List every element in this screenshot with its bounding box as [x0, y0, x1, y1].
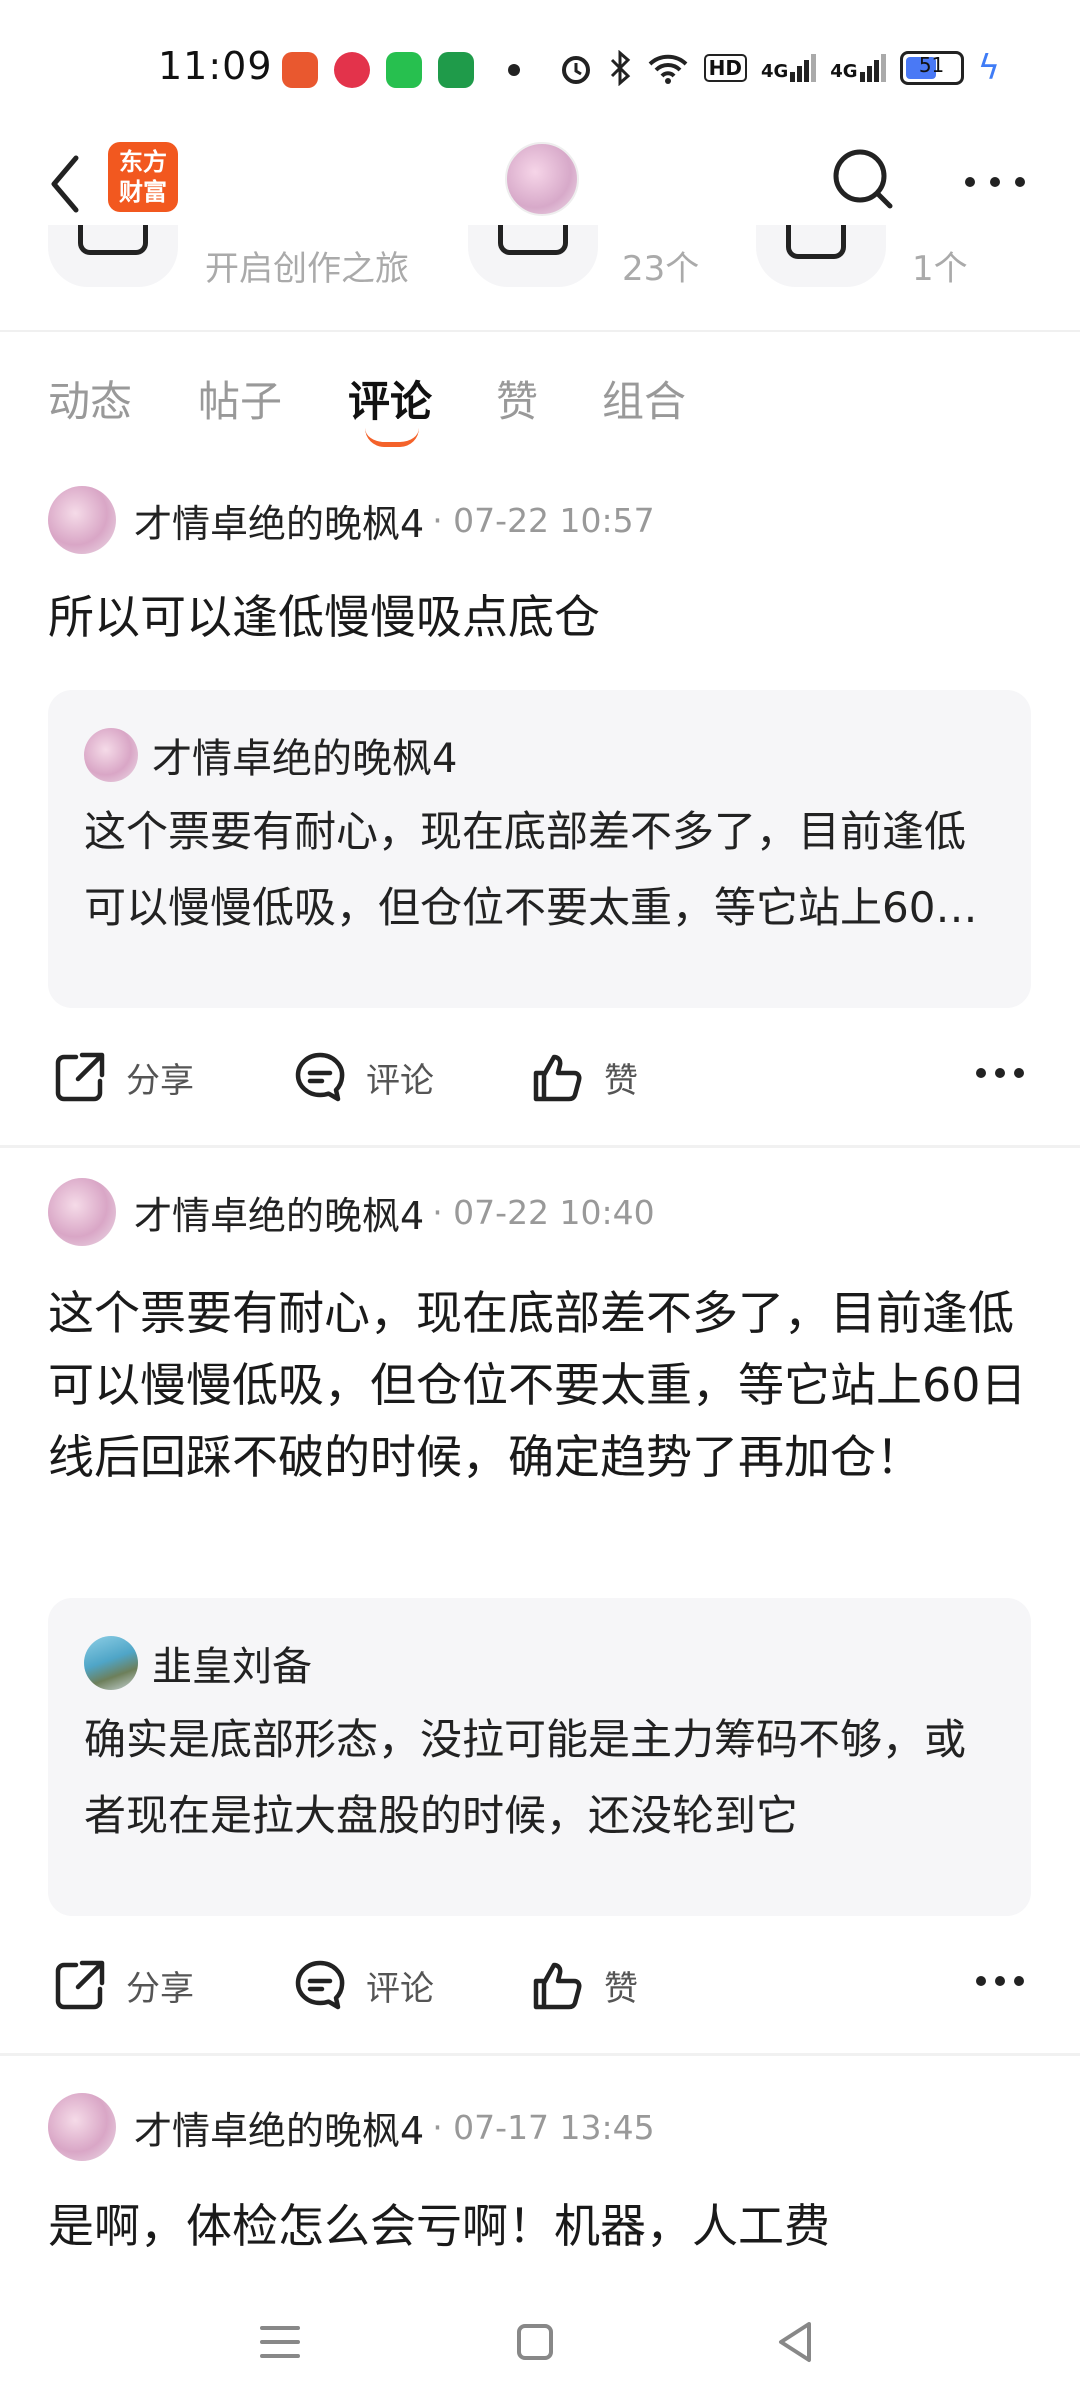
author-avatar[interactable]: [48, 2093, 116, 2161]
quoted-comment[interactable]: 才情卓绝的晚枫4 这个票要有耐心，现在底部差不多了，目前逢低可以慢慢低吸，但仓位…: [48, 690, 1031, 1008]
menu-icon[interactable]: [250, 2312, 310, 2372]
iqiyi-notification-icon: [386, 52, 422, 88]
quoted-author-name: 韭皇刘备: [152, 1644, 312, 1690]
signal-icon-2: 4G: [830, 54, 886, 82]
comment-actions: 分享 评论 赞: [0, 1943, 1080, 2033]
profile-tabs: 动态 帖子 评论 赞 组合: [0, 340, 1080, 450]
app-notification-icon: [282, 52, 318, 88]
stat-portfolio-label[interactable]: 1个: [912, 241, 968, 290]
quoted-author-avatar: [84, 728, 138, 782]
author-name[interactable]: 才情卓绝的晚枫4: [134, 2100, 424, 2155]
quoted-author-row: 韭皇刘备: [84, 1634, 312, 1692]
wifi-icon: [648, 54, 687, 84]
author-avatar[interactable]: [48, 486, 116, 554]
quoted-comment[interactable]: 韭皇刘备 确实是底部形态，没拉可能是主力筹码不够，或者现在是拉大盘股的时候，还没…: [48, 1598, 1031, 1916]
profile-avatar[interactable]: [505, 142, 579, 216]
more-icon[interactable]: [975, 1969, 1025, 1993]
quoted-author-name: 才情卓绝的晚枫4: [152, 736, 458, 782]
author-name[interactable]: 才情卓绝的晚枫4: [134, 1185, 424, 1240]
notification-icons: [282, 52, 520, 88]
comment-time: · 07-22 10:57: [432, 500, 655, 540]
share-button[interactable]: 分享: [52, 1957, 194, 2013]
system-nav-bar: [0, 2290, 1080, 2400]
like-button[interactable]: 赞: [530, 1957, 638, 2013]
stat-creation-label[interactable]: 开启创作之旅: [205, 241, 409, 290]
comment-actions: 分享 评论 赞: [0, 1035, 1080, 1125]
creation-icon[interactable]: [48, 225, 178, 287]
comment-icon: [295, 1960, 345, 2010]
comment-button[interactable]: 评论: [292, 1049, 434, 1105]
app-bar: 东方 财富: [0, 130, 1080, 240]
eastmoney-logo: 东方 财富: [108, 142, 178, 212]
oppo-notification-icon: [438, 52, 474, 88]
profile-stats: 开启创作之旅 23个 1个: [0, 225, 1080, 332]
tab-dynamics[interactable]: 动态: [48, 368, 132, 429]
comment-text: 所以可以逢低慢慢吸点底仓: [48, 590, 600, 644]
more-icon[interactable]: [975, 1061, 1025, 1085]
signal-icon-1: 4G: [761, 54, 817, 82]
back-nav-icon[interactable]: [765, 2312, 825, 2372]
bluetooth-icon: [610, 50, 630, 86]
comment-author-row[interactable]: 才情卓绝的晚枫4 · 07-17 13:45: [48, 2092, 655, 2162]
divider: [0, 2053, 1080, 2056]
posts-stat-icon[interactable]: [468, 225, 598, 287]
tab-portfolio[interactable]: 组合: [602, 368, 686, 429]
battery-icon: 51: [899, 51, 964, 85]
thumbs-up-icon: [533, 1962, 582, 2010]
comment-time: · 07-17 13:45: [432, 2107, 655, 2147]
comment-text: 是啊，体检怎么会亏啊！机器，人工费: [48, 2199, 830, 2253]
more-options-icon[interactable]: [960, 152, 1030, 212]
author-avatar[interactable]: [48, 1178, 116, 1246]
home-icon[interactable]: [505, 2312, 565, 2372]
quoted-author-avatar: [84, 1636, 138, 1690]
back-icon[interactable]: [40, 144, 100, 224]
hd-icon: HD: [703, 54, 747, 82]
comment-text: 这个票要有耐心，现在底部差不多了，目前逢低可以慢慢低吸，但仓位不要太重，等它站上…: [48, 1286, 1027, 1484]
share-button[interactable]: 分享: [52, 1049, 194, 1105]
status-icons: HD 4G 4G 51 ϟ: [558, 48, 1000, 88]
more-notifications-dot-icon: [508, 64, 520, 76]
author-name[interactable]: 才情卓绝的晚枫4: [134, 493, 424, 548]
quoted-author-row: 才情卓绝的晚枫4: [84, 726, 457, 784]
tab-likes[interactable]: 赞: [496, 368, 538, 429]
comment-button[interactable]: 评论: [292, 1957, 434, 2013]
charging-icon: ϟ: [977, 48, 1000, 88]
tab-posts[interactable]: 帖子: [198, 368, 282, 429]
divider: [0, 1145, 1080, 1148]
alarm-icon: [561, 56, 590, 84]
active-tab-indicator: [365, 428, 419, 447]
battery-level: 51: [918, 53, 945, 77]
comment-icon: [295, 1052, 345, 1102]
status-time: 11:09: [158, 44, 273, 88]
search-icon[interactable]: [828, 140, 898, 220]
share-icon: [55, 1960, 105, 2010]
quoted-text: 确实是底部形态，没拉可能是主力筹码不够，或者现在是拉大盘股的时候，还没轮到它: [84, 1715, 967, 1840]
share-icon: [55, 1052, 105, 1102]
comment-author-row[interactable]: 才情卓绝的晚枫4 · 07-22 10:40: [48, 1177, 655, 1247]
comment-author-row[interactable]: 才情卓绝的晚枫4 · 07-22 10:57: [48, 485, 655, 555]
quoted-text: 这个票要有耐心，现在底部差不多了，目前逢低可以慢慢低吸，但仓位不要太重，等它站上…: [84, 807, 978, 932]
comment-time: · 07-22 10:40: [432, 1192, 655, 1232]
tab-comments[interactable]: 评论: [348, 368, 432, 429]
status-bar: 11:09 HD 4G 4G 51 ϟ: [0, 0, 1080, 130]
stat-count-label[interactable]: 23个: [622, 241, 699, 290]
portfolio-stat-icon[interactable]: [756, 225, 886, 287]
thumbs-up-icon: [533, 1054, 582, 1102]
like-button[interactable]: 赞: [530, 1049, 638, 1105]
video-app-notification-icon: [334, 52, 370, 88]
